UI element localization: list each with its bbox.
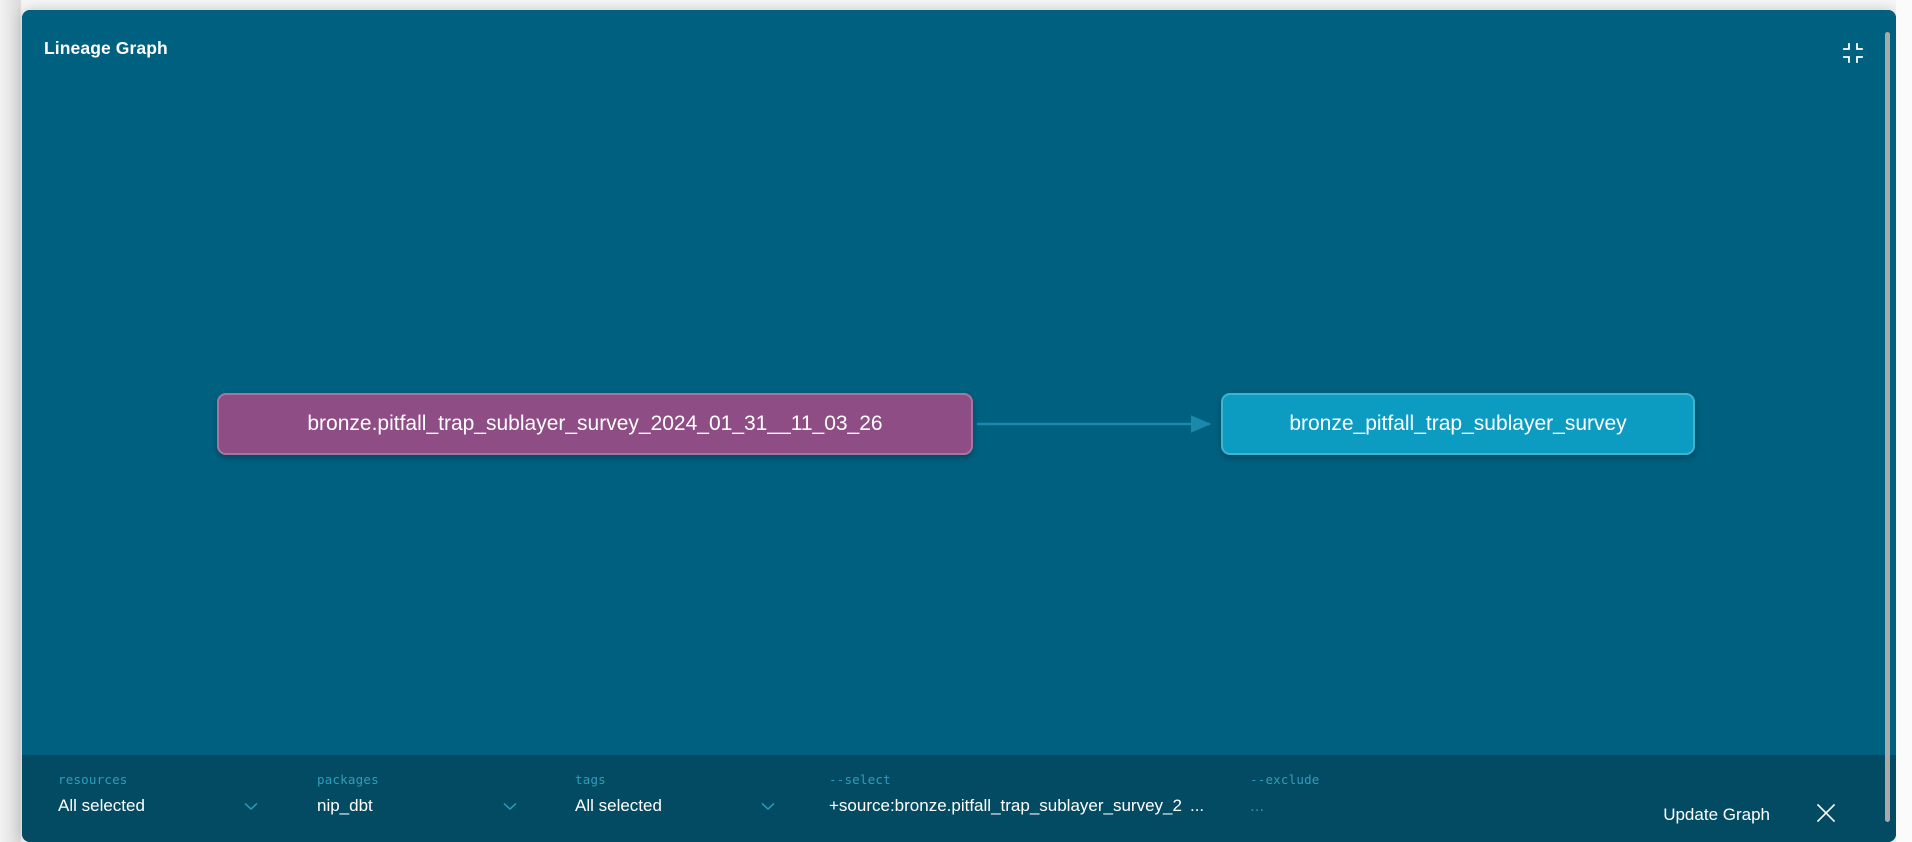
resources-value: All selected (58, 796, 145, 815)
resources-label: resources (58, 772, 128, 787)
panel-header: Lineage Graph (22, 10, 1896, 86)
graph-canvas[interactable]: bronze.pitfall_trap_sublayer_survey_2024… (22, 86, 1896, 755)
exclude-input[interactable]: ... (1250, 796, 1610, 816)
resources-select[interactable]: All selected (58, 796, 258, 816)
graph-node-source-label: bronze.pitfall_trap_sublayer_survey_2024… (307, 412, 883, 435)
packages-label: packages (317, 772, 379, 787)
control-group-resources: resources All selected (58, 772, 258, 816)
lineage-graph-panel: Lineage Graph bronze.pitfall_trap_sublay… (22, 10, 1896, 842)
select-overflow-indicator: ... (1189, 796, 1205, 815)
graph-node-model[interactable]: bronze_pitfall_trap_sublayer_survey (1221, 393, 1695, 455)
graph-node-model-label: bronze_pitfall_trap_sublayer_survey (1289, 412, 1627, 435)
control-group-tags: tags All selected (575, 772, 775, 816)
chevron-down-icon (761, 802, 775, 810)
exclude-flag-label: --exclude (1250, 772, 1320, 787)
graph-node-source[interactable]: bronze.pitfall_trap_sublayer_survey_2024… (217, 393, 973, 455)
control-group-packages: packages nip_dbt (317, 772, 517, 816)
chevron-down-icon (503, 802, 517, 810)
chevron-down-icon (244, 802, 258, 810)
update-graph-button[interactable]: Update Graph (1663, 805, 1770, 825)
packages-select[interactable]: nip_dbt (317, 796, 517, 816)
select-input[interactable]: +source:bronze.pitfall_trap_sublayer_sur… (829, 796, 1221, 816)
select-flag-label: --select (829, 772, 891, 787)
collapse-arrows-icon[interactable] (1840, 40, 1866, 66)
select-value: +source:bronze.pitfall_trap_sublayer_sur… (829, 796, 1182, 815)
close-x-icon[interactable] (1814, 801, 1838, 825)
page-backdrop: Lineage Graph bronze.pitfall_trap_sublay… (0, 0, 1912, 842)
control-group-select: --select +source:bronze.pitfall_trap_sub… (829, 772, 1221, 816)
panel-scrollbar[interactable] (1885, 32, 1890, 822)
page-title: Lineage Graph (44, 38, 168, 58)
tags-select[interactable]: All selected (575, 796, 775, 816)
graph-control-bar: resources All selected packages nip_dbt (22, 755, 1896, 842)
packages-value: nip_dbt (317, 796, 373, 815)
tags-value: All selected (575, 796, 662, 815)
tags-label: tags (575, 772, 606, 787)
control-group-exclude: --exclude ... (1250, 772, 1610, 816)
